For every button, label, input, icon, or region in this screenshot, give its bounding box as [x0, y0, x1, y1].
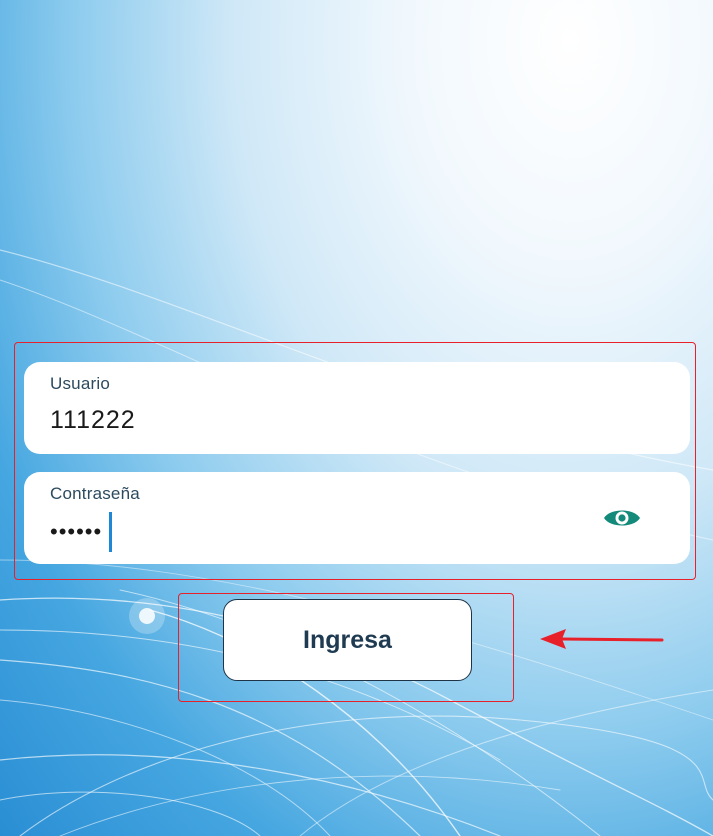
text-caret	[109, 512, 112, 552]
username-input-value[interactable]: 111222	[50, 406, 136, 435]
password-input-value[interactable]: ••••••	[50, 518, 102, 546]
show-password-button[interactable]	[602, 502, 642, 534]
login-submit-button[interactable]: Ingresa	[223, 599, 472, 681]
username-label: Usuario	[50, 374, 110, 393]
password-label: Contraseña	[50, 484, 140, 503]
annotation-arrow	[540, 629, 664, 649]
username-field[interactable]: Usuario 111222	[24, 362, 690, 454]
password-field[interactable]: Contraseña ••••••	[24, 472, 690, 564]
eye-icon	[604, 510, 640, 526]
